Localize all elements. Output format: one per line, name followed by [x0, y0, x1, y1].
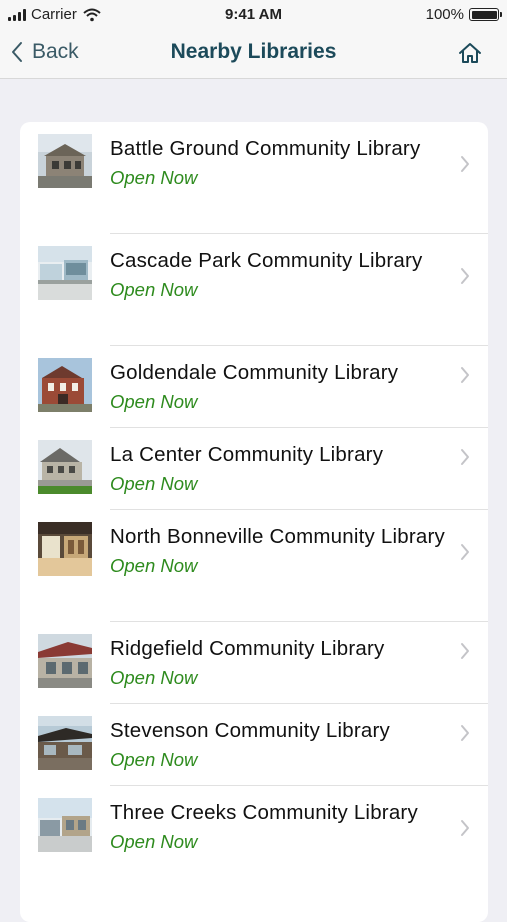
library-photo — [38, 716, 92, 770]
library-photo — [38, 634, 92, 688]
chevron-right-icon — [461, 725, 469, 741]
library-photo — [38, 798, 92, 852]
battery-percentage: 100% — [425, 6, 464, 23]
chevron-right-icon — [461, 820, 469, 836]
library-text: Battle Ground Community Library Open Now — [110, 134, 450, 192]
chevron-right-icon — [461, 544, 469, 560]
library-name: Stevenson Community Library — [110, 719, 390, 742]
status-badge: Open Now — [110, 167, 198, 188]
library-text: North Bonneville Community Library Open … — [110, 522, 450, 580]
status-badge: Open Now — [110, 279, 198, 300]
library-photo — [38, 246, 92, 300]
library-name: Three Creeks Community Library — [110, 801, 418, 824]
library-photo — [38, 134, 92, 188]
status-badge: Open Now — [110, 391, 198, 412]
library-photo — [38, 440, 92, 494]
page-title: Nearby Libraries — [170, 40, 337, 63]
library-text: Cascade Park Community Library Open Now — [110, 246, 450, 304]
library-text: Stevenson Community Library Open Now — [110, 716, 450, 774]
library-row[interactable]: Cascade Park Community Library Open Now — [20, 234, 488, 346]
library-text: Three Creeks Community Library Open Now — [110, 798, 450, 856]
library-name: Battle Ground Community Library — [110, 137, 421, 160]
library-name: Ridgefield Community Library — [110, 637, 385, 660]
library-list: Battle Ground Community Library Open Now… — [20, 122, 488, 922]
status-badge: Open Now — [110, 555, 198, 576]
library-row[interactable]: La Center Community Library Open Now — [20, 428, 488, 510]
chevron-right-icon — [461, 268, 469, 284]
library-text: Ridgefield Community Library Open Now — [110, 634, 450, 692]
status-bar: Carrier 9:41 AM 100% — [0, 0, 507, 30]
status-badge: Open Now — [110, 749, 198, 770]
status-right: 100% — [425, 6, 502, 23]
library-row[interactable]: Stevenson Community Library Open Now — [20, 704, 488, 786]
home-icon[interactable] — [457, 41, 483, 65]
battery-icon — [469, 8, 502, 21]
library-name: North Bonneville Community Library — [110, 525, 445, 548]
library-name: Goldendale Community Library — [110, 361, 399, 384]
library-row[interactable]: Three Creeks Community Library Open Now — [20, 786, 488, 898]
navigation-bar: Back Nearby Libraries — [0, 30, 507, 79]
library-photo — [38, 358, 92, 412]
library-row[interactable]: Battle Ground Community Library Open Now — [20, 122, 488, 234]
status-badge: Open Now — [110, 667, 198, 688]
library-row[interactable]: Ridgefield Community Library Open Now — [20, 622, 488, 704]
library-name: La Center Community Library — [110, 443, 384, 466]
chevron-right-icon — [461, 643, 469, 659]
library-row[interactable]: North Bonneville Community Library Open … — [20, 510, 488, 622]
library-row[interactable]: Goldendale Community Library Open Now — [20, 346, 488, 428]
status-badge: Open Now — [110, 473, 198, 494]
library-text: La Center Community Library Open Now — [110, 440, 450, 498]
chevron-right-icon — [461, 367, 469, 383]
library-name: Cascade Park Community Library — [110, 249, 423, 272]
library-photo — [38, 522, 92, 576]
chevron-right-icon — [461, 449, 469, 465]
chevron-right-icon — [461, 156, 469, 172]
library-text: Goldendale Community Library Open Now — [110, 358, 450, 416]
status-badge: Open Now — [110, 831, 198, 852]
